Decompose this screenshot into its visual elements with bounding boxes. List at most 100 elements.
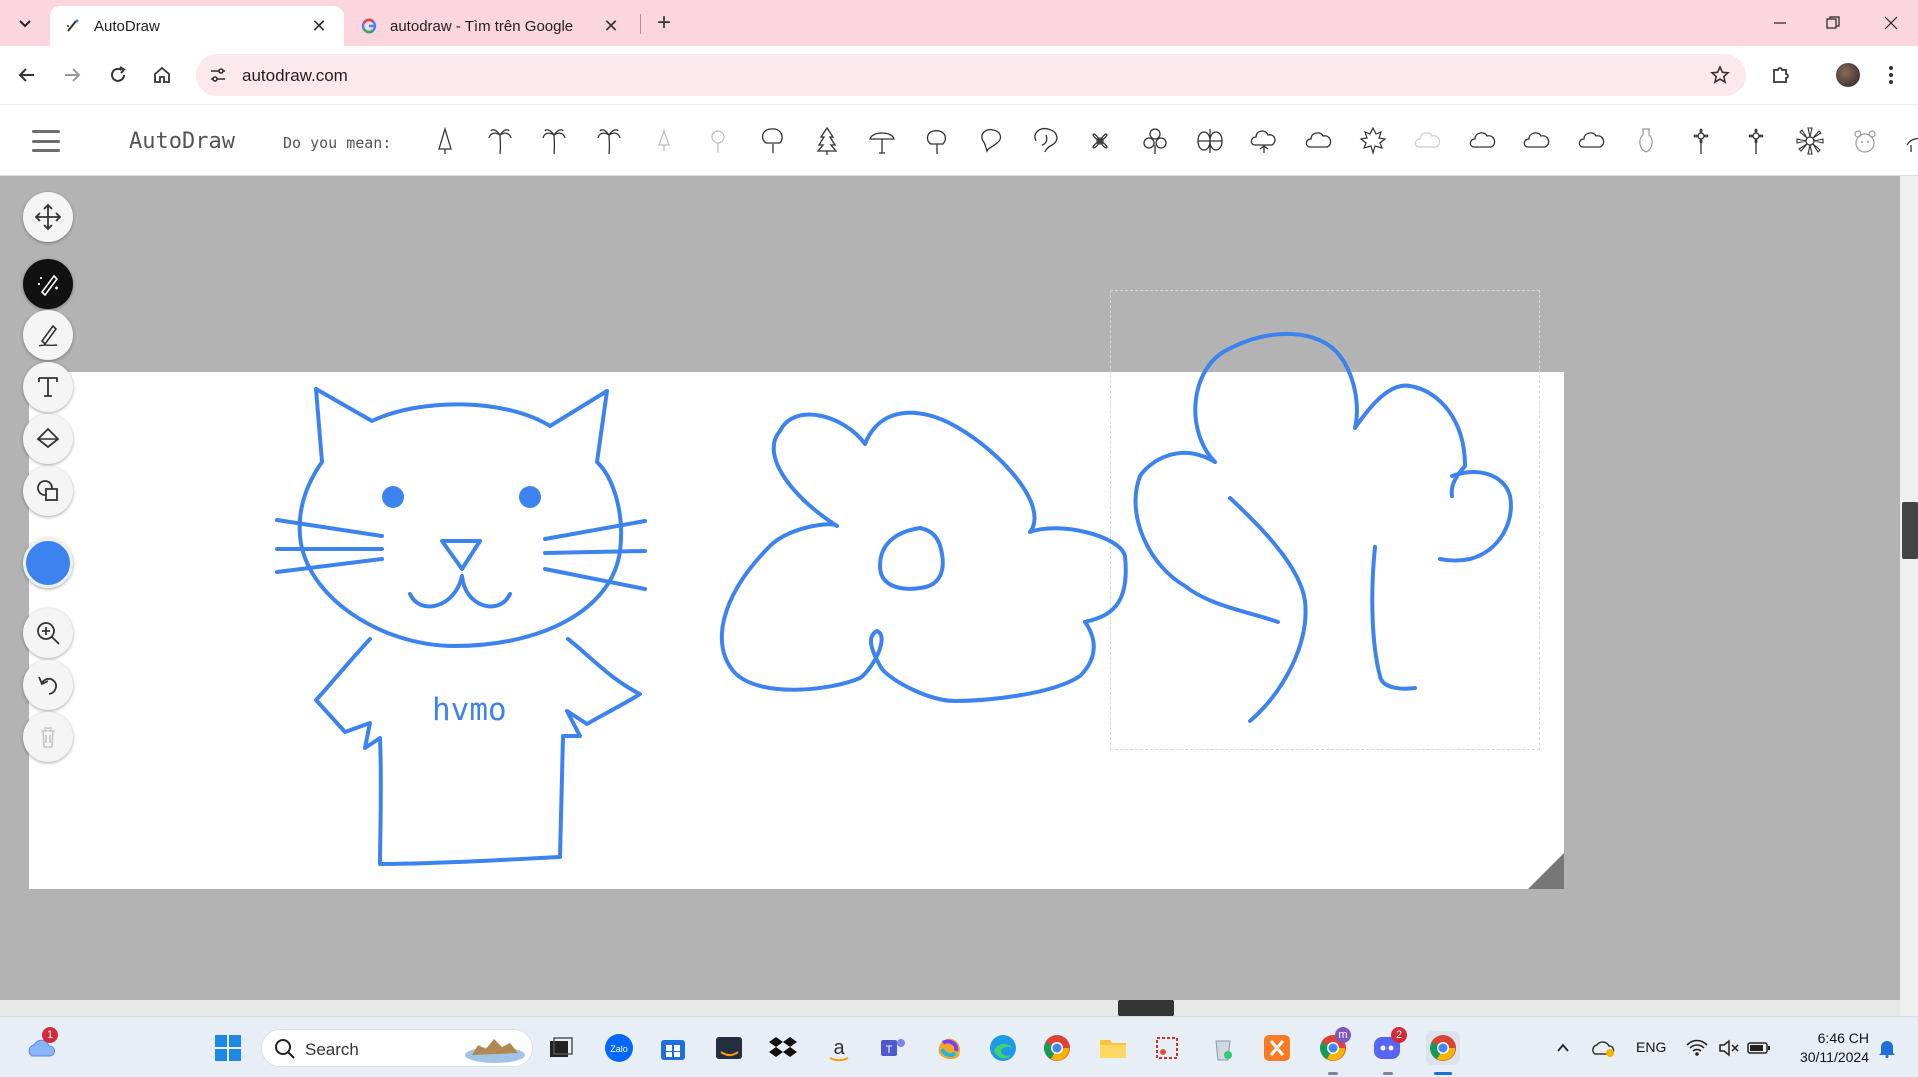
amazon-assistant-app[interactable]: a (822, 1031, 856, 1065)
address-bar[interactable]: autodraw.com (196, 54, 1746, 96)
close-tab-icon[interactable]: ✕ (600, 15, 622, 37)
suggestion-cloud-icon[interactable] (1455, 123, 1510, 159)
edge-app[interactable] (986, 1031, 1020, 1065)
more-vertical-icon (1889, 66, 1893, 84)
copilot-app[interactable] (932, 1031, 966, 1065)
suggestion-bear-face-icon[interactable] (1837, 123, 1892, 159)
show-hidden-icons-button[interactable] (1546, 1031, 1580, 1065)
back-button[interactable] (12, 60, 42, 90)
minimize-button[interactable] (1755, 8, 1805, 38)
suggestion-cloud-icon[interactable] (1564, 123, 1619, 159)
tab-search-button[interactable] (10, 9, 40, 37)
suggestion-faint-cloud-icon[interactable] (1401, 123, 1456, 159)
autodraw-tool-button[interactable] (23, 259, 73, 309)
scrollbar-thumb[interactable] (1902, 502, 1918, 559)
store-bag-icon (661, 1040, 685, 1060)
reload-button[interactable] (103, 60, 133, 90)
system-clock[interactable]: 6:46 CH 30/11/2024 (1785, 1029, 1869, 1067)
extensions-button[interactable] (1766, 60, 1796, 90)
suggestion-pine-sapling-icon[interactable] (418, 123, 473, 159)
suggestion-palm-tree-icon[interactable] (473, 123, 528, 159)
suggestion-flower-icon[interactable] (1674, 123, 1729, 159)
suggestions-label: Do you mean: (283, 134, 392, 152)
suggestion-tree-icon[interactable] (909, 123, 964, 159)
volume-tray[interactable] (1712, 1031, 1746, 1065)
microsoft-store-app[interactable] (656, 1031, 690, 1065)
input-language[interactable]: ENG (1636, 1039, 1666, 1055)
close-window-button[interactable] (1866, 8, 1916, 38)
suggestion-clover-icon[interactable] (1128, 123, 1183, 159)
battery-tray[interactable] (1742, 1031, 1776, 1065)
zoom-tool-button[interactable] (23, 608, 73, 658)
suggestion-palm-tree-icon[interactable] (582, 123, 637, 159)
new-tab-button[interactable]: + (650, 9, 678, 37)
recycle-app[interactable] (1206, 1031, 1240, 1065)
amazon-app[interactable] (712, 1031, 746, 1065)
magic-pencil-icon (38, 274, 59, 297)
profile-button[interactable] (1833, 60, 1863, 90)
start-button[interactable] (211, 1031, 245, 1065)
snipping-tool-app[interactable] (1150, 1031, 1184, 1065)
canvas-workspace[interactable]: hvmo (0, 176, 1900, 1016)
suggestion-small-tree-icon[interactable] (636, 123, 691, 159)
tab-autodraw[interactable]: AutoDraw ✕ (50, 6, 344, 46)
taskbar-search[interactable]: Search (261, 1029, 533, 1067)
shape-tool-button[interactable] (23, 466, 73, 516)
move-tool-button[interactable] (23, 192, 73, 242)
recycle-bin-icon (1215, 1040, 1232, 1061)
suggestion-pine-tree-icon[interactable] (800, 123, 855, 159)
restore-button[interactable] (1808, 8, 1858, 38)
discord-badge: 2 (1391, 1027, 1407, 1043)
suggestion-four-leaf-icon[interactable] (1182, 123, 1237, 159)
menu-icon[interactable] (32, 130, 60, 152)
draw-tool-button[interactable] (23, 310, 73, 360)
type-tool-button[interactable] (23, 362, 73, 412)
site-info-icon[interactable] (206, 63, 230, 87)
suggestion-mushroom-tree-icon[interactable] (855, 123, 910, 159)
fill-tool-button[interactable] (23, 414, 73, 464)
browser-menu-button[interactable] (1876, 60, 1906, 90)
delete-button[interactable] (23, 712, 73, 762)
file-explorer-app[interactable] (1096, 1031, 1130, 1065)
suggestion-maple-leaf-icon[interactable] (1346, 123, 1401, 159)
suggestion-flower-icon[interactable] (1728, 123, 1783, 159)
app-title: AutoDraw (129, 129, 235, 154)
close-tab-icon[interactable]: ✕ (308, 15, 330, 37)
bookmark-star-icon[interactable] (1708, 63, 1732, 87)
teams-app[interactable]: T (876, 1031, 910, 1065)
zalo-app[interactable]: Zalo (602, 1031, 636, 1065)
suggestion-round-tree-icon[interactable] (746, 123, 801, 159)
onedrive-tray[interactable] (1586, 1031, 1620, 1065)
suggestion-bushy-tree-icon[interactable] (1019, 123, 1074, 159)
dropbox-icon (769, 1037, 797, 1057)
autodraw-header: AutoDraw Do you mean: (0, 104, 1918, 176)
suggestion-cloud-icon[interactable] (1510, 123, 1565, 159)
tab-google-search[interactable]: autodraw - Tìm trên Google ✕ (346, 6, 636, 46)
suggestion-lightbulb-icon[interactable] (691, 123, 746, 159)
suggestion-leaf-tree-icon[interactable] (964, 123, 1019, 159)
chrome-active-app[interactable] (1426, 1031, 1460, 1065)
suggestion-animal-icon[interactable] (1892, 123, 1918, 159)
scrollbar-thumb[interactable] (1118, 1000, 1174, 1016)
vertical-scrollbar[interactable] (1900, 176, 1918, 1016)
suggestion-flower-petals-icon[interactable] (1073, 123, 1128, 159)
home-button[interactable] (147, 60, 177, 90)
xampp-app[interactable] (1260, 1031, 1294, 1065)
color-picker-button[interactable] (23, 538, 73, 588)
task-view-button[interactable] (544, 1031, 578, 1065)
forward-button[interactable] (57, 60, 87, 90)
canvas-text-hvmo: hvmo (432, 692, 507, 728)
suggestion-palm-tree-icon[interactable] (527, 123, 582, 159)
horizontal-scrollbar[interactable] (0, 1000, 1900, 1016)
notifications-button[interactable] (1870, 1031, 1904, 1065)
suggestion-daisy-icon[interactable] (1783, 123, 1838, 159)
undo-button[interactable] (23, 660, 73, 710)
suggestion-vase-icon[interactable] (1619, 123, 1674, 159)
reload-icon (111, 66, 126, 82)
small-tree-icon (657, 129, 670, 151)
suggestion-cloud-icon[interactable] (1292, 123, 1347, 159)
suggestion-cloud-tree-icon[interactable] (1237, 123, 1292, 159)
chrome-app[interactable] (1040, 1031, 1074, 1065)
dropbox-app[interactable] (766, 1031, 800, 1065)
wifi-tray[interactable] (1680, 1031, 1714, 1065)
